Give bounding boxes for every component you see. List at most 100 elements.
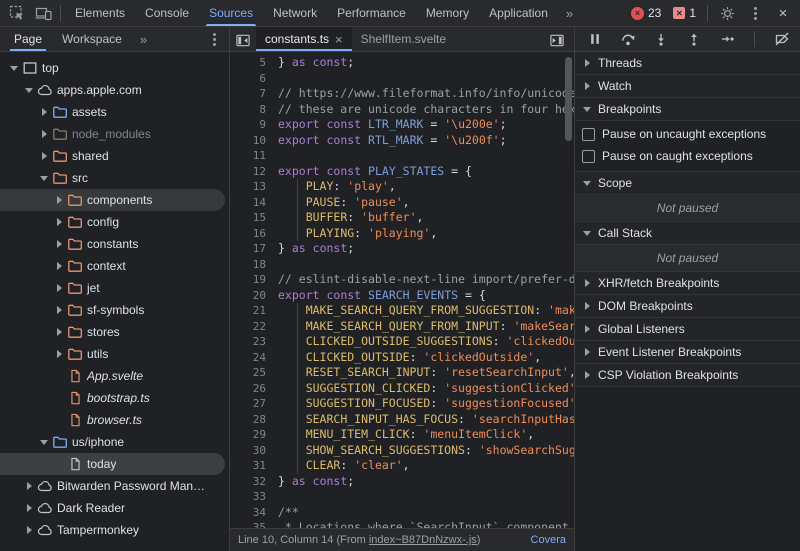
tree-item-config[interactable]: config — [0, 211, 225, 233]
line-number[interactable]: 26 — [230, 381, 276, 397]
line-content[interactable]: SEARCH_INPUT_HAS_FOCUS: 'searchInputHasF… — [276, 412, 574, 428]
sidebar-section-global-listeners[interactable]: Global Listeners — [575, 318, 800, 341]
line-content[interactable]: SHOW_SEARCH_SUGGESTIONS: 'showSearchSugg… — [276, 443, 574, 459]
line-content[interactable]: BUFFER: 'buffer', — [276, 210, 574, 226]
expand-right-icon[interactable] — [53, 350, 65, 358]
hide-navigator-icon[interactable] — [230, 28, 256, 52]
navigator-tab-workspace[interactable]: Workspace — [52, 27, 132, 51]
tree-item-assets[interactable]: assets — [0, 101, 225, 123]
line-number[interactable]: 35 — [230, 520, 276, 528]
line-number[interactable]: 34 — [230, 505, 276, 521]
line-number[interactable]: 25 — [230, 365, 276, 381]
line-number[interactable]: 6 — [230, 71, 276, 87]
tree-item-top[interactable]: top — [0, 57, 225, 79]
tree-item-context[interactable]: context — [0, 255, 225, 277]
line-number[interactable]: 13 — [230, 179, 276, 195]
tree-item-tampermonkey[interactable]: Tampermonkey — [0, 519, 225, 541]
expand-right-icon[interactable] — [38, 108, 50, 116]
sidebar-section-threads[interactable]: Threads — [575, 52, 800, 75]
line-content[interactable]: * Locations where `SearchInput` componen… — [276, 520, 574, 528]
line-content[interactable] — [276, 257, 574, 273]
line-number[interactable]: 20 — [230, 288, 276, 304]
deactivate-breakpoints-icon[interactable] — [772, 29, 792, 49]
sidebar-section-breakpoints[interactable]: Breakpoints — [575, 98, 800, 121]
tree-item-app.svelte[interactable]: App.svelte — [0, 365, 225, 387]
line-number[interactable]: 9 — [230, 117, 276, 133]
close-icon[interactable]: × — [770, 1, 796, 25]
step-out-icon[interactable] — [684, 29, 704, 49]
step-icon[interactable] — [717, 29, 737, 49]
expand-right-icon[interactable] — [53, 306, 65, 314]
line-content[interactable]: export const PLAY_STATES = { — [276, 164, 574, 180]
line-content[interactable]: // these are unicode characters in four … — [276, 102, 574, 118]
line-content[interactable]: // eslint-disable-next-line import/prefe… — [276, 272, 574, 288]
file-tab-constants.ts[interactable]: constants.ts × — [256, 27, 352, 51]
line-content[interactable]: export const RTL_MARK = '\u200f'; — [276, 133, 574, 149]
tree-item-bitwarden-password-man-[interactable]: Bitwarden Password Man… — [0, 475, 225, 497]
line-content[interactable]: PLAYING: 'playing', — [276, 226, 574, 242]
inspect-element-icon[interactable] — [4, 1, 30, 25]
expand-right-icon[interactable] — [23, 504, 35, 512]
expand-right-icon[interactable] — [53, 262, 65, 270]
line-content[interactable]: RESET_SEARCH_INPUT: 'resetSearchInput', — [276, 365, 574, 381]
sidebar-section-event-listener-breakpoints[interactable]: Event Listener Breakpoints — [575, 341, 800, 364]
tree-item-jet[interactable]: jet — [0, 277, 225, 299]
line-number[interactable]: 30 — [230, 443, 276, 459]
tab-memory[interactable]: Memory — [416, 0, 479, 26]
kebab-menu-icon[interactable] — [742, 1, 768, 25]
expand-right-icon[interactable] — [53, 284, 65, 292]
line-number[interactable]: 27 — [230, 396, 276, 412]
file-tab-ShelfItem.svelte[interactable]: ShelfItem.svelte — [352, 27, 455, 51]
line-number[interactable]: 12 — [230, 164, 276, 180]
expand-right-icon[interactable] — [53, 196, 65, 204]
line-number[interactable]: 16 — [230, 226, 276, 242]
line-content[interactable]: export const LTR_MARK = '\u200e'; — [276, 117, 574, 133]
line-number[interactable]: 18 — [230, 257, 276, 273]
tab-sources[interactable]: Sources — [199, 0, 263, 26]
tree-item-shared[interactable]: shared — [0, 145, 225, 167]
tree-item-components[interactable]: components — [0, 189, 225, 211]
line-number[interactable]: 33 — [230, 489, 276, 505]
line-number[interactable]: 28 — [230, 412, 276, 428]
sidebar-section-csp-violation-breakpoints[interactable]: CSP Violation Breakpoints — [575, 364, 800, 387]
tree-item-stores[interactable]: stores — [0, 321, 225, 343]
line-number[interactable]: 5 — [230, 55, 276, 71]
tree-item-constants[interactable]: constants — [0, 233, 225, 255]
line-content[interactable] — [276, 148, 574, 164]
tab-console[interactable]: Console — [135, 0, 199, 26]
step-into-icon[interactable] — [651, 29, 671, 49]
tree-item-bootstrap.ts[interactable]: bootstrap.ts — [0, 387, 225, 409]
line-content[interactable]: } as const; — [276, 55, 574, 71]
sidebar-section-watch[interactable]: Watch — [575, 75, 800, 98]
sidebar-section-dom-breakpoints[interactable]: DOM Breakpoints — [575, 295, 800, 318]
line-content[interactable] — [276, 489, 574, 505]
editor-scrollbar-thumb[interactable] — [565, 57, 572, 141]
expand-right-icon[interactable] — [53, 240, 65, 248]
line-content[interactable]: PAUSE: 'pause', — [276, 195, 574, 211]
tree-item-browser.ts[interactable]: browser.ts — [0, 409, 225, 431]
checkbox-icon[interactable] — [582, 127, 595, 141]
line-number[interactable]: 23 — [230, 334, 276, 350]
line-number[interactable]: 19 — [230, 272, 276, 288]
line-content[interactable]: CLICKED_OUTSIDE_SUGGESTIONS: 'clickedOut… — [276, 334, 574, 350]
expand-right-icon[interactable] — [53, 328, 65, 336]
expand-right-icon[interactable] — [23, 482, 35, 490]
sidebar-section-xhr-fetch-breakpoints[interactable]: XHR/fetch Breakpoints — [575, 272, 800, 295]
line-content[interactable]: export const SEARCH_EVENTS = { — [276, 288, 574, 304]
navigator-menu-icon[interactable] — [201, 27, 227, 51]
line-number[interactable]: 8 — [230, 102, 276, 118]
line-content[interactable]: SUGGESTION_CLICKED: 'suggestionClicked', — [276, 381, 574, 397]
line-number[interactable]: 7 — [230, 86, 276, 102]
line-content[interactable]: CLEAR: 'clear', — [276, 458, 574, 474]
line-number[interactable]: 11 — [230, 148, 276, 164]
tree-item-utils[interactable]: utils — [0, 343, 225, 365]
more-panels-icon[interactable]: » — [558, 5, 580, 21]
line-number[interactable]: 29 — [230, 427, 276, 443]
line-number[interactable]: 31 — [230, 458, 276, 474]
tree-item-dark-reader[interactable]: Dark Reader — [0, 497, 225, 519]
line-number[interactable]: 22 — [230, 319, 276, 335]
line-content[interactable]: /** — [276, 505, 574, 521]
line-number[interactable]: 17 — [230, 241, 276, 257]
expand-down-icon[interactable] — [8, 65, 20, 71]
tab-application[interactable]: Application — [479, 0, 558, 26]
